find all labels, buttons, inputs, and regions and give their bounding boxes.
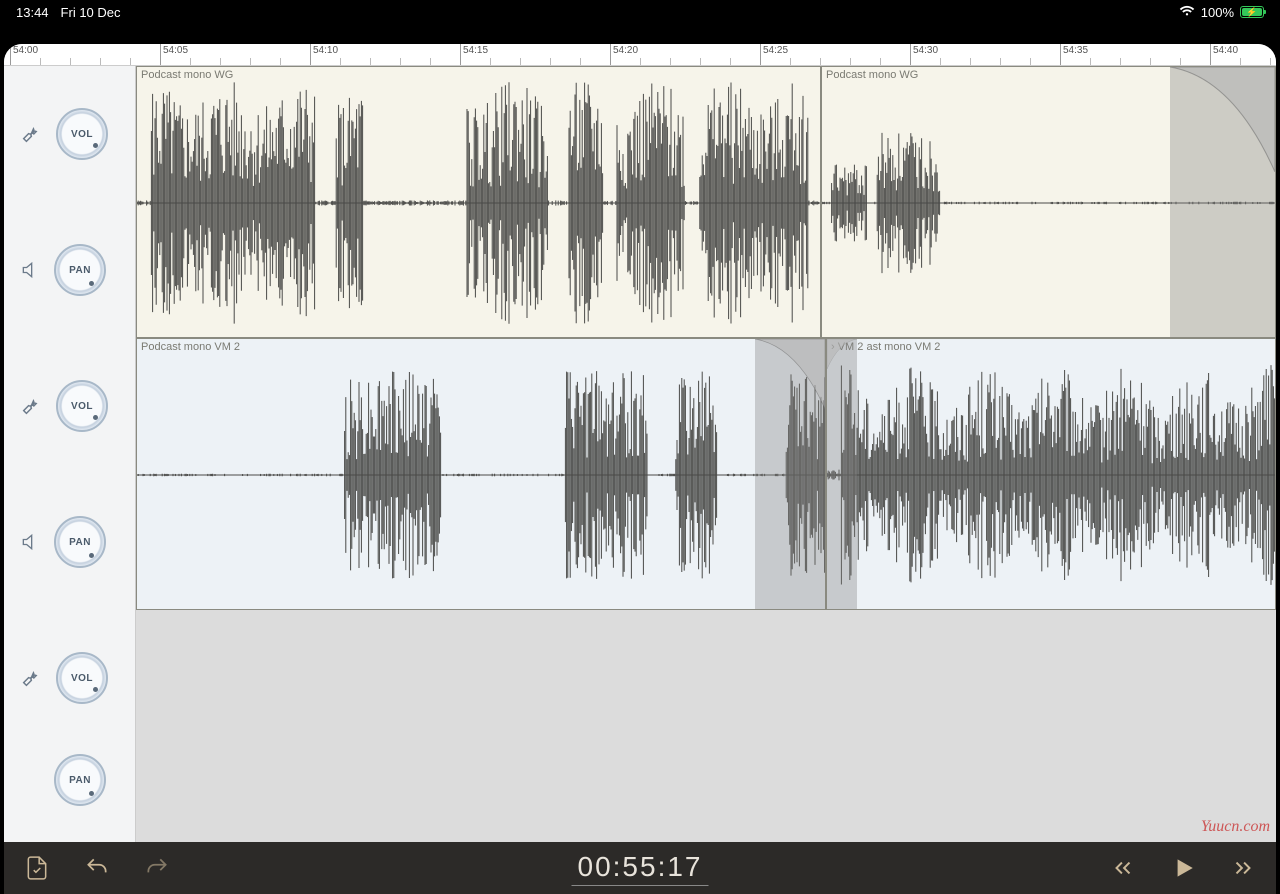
- transport-bar: 00:55:17: [4, 842, 1276, 894]
- ruler-tick: 54:15: [460, 44, 488, 65]
- track-1-pan-knob[interactable]: PAN: [54, 244, 106, 296]
- fade-out[interactable]: [1170, 67, 1275, 337]
- status-time: 13:44: [16, 5, 49, 20]
- track-3-vol-row: VOL: [4, 610, 135, 746]
- audio-clip[interactable]: Podcast mono WG: [136, 66, 821, 338]
- fade-out[interactable]: [755, 339, 825, 609]
- track-3-vol-knob[interactable]: VOL: [56, 652, 108, 704]
- wrench-icon[interactable]: [20, 667, 42, 689]
- ruler-tick: 54:25: [760, 44, 788, 65]
- track-2[interactable]: Podcast mono VM 2› VM 2 ast mono VM 2: [136, 338, 1276, 610]
- battery-icon: ⚡: [1240, 6, 1264, 18]
- wrench-icon[interactable]: [20, 395, 42, 417]
- ruler-tick: 54:20: [610, 44, 638, 65]
- ruler-tick: 54:35: [1060, 44, 1088, 65]
- undo-icon[interactable]: [84, 855, 110, 881]
- track-2-pan-row: PAN: [4, 474, 135, 610]
- watermark: Yuucn.com: [1201, 818, 1270, 836]
- fade-in[interactable]: [827, 339, 857, 609]
- track-1-vol-row: VOL: [4, 66, 135, 202]
- audio-clip[interactable]: Podcast mono WG: [821, 66, 1276, 338]
- timeline-ruler[interactable]: 54:00 54:05 54:10 54:15 54:20 54:25 54:30 54:35…: [4, 44, 1276, 66]
- ruler-tick: 54:30: [910, 44, 938, 65]
- speaker-icon[interactable]: [20, 260, 40, 280]
- battery-pct: 100%: [1201, 5, 1234, 20]
- track-controls-sidebar: VOL PAN VOL PAN: [4, 66, 136, 842]
- wifi-icon: [1179, 5, 1195, 20]
- audio-clip[interactable]: Podcast mono VM 2: [136, 338, 826, 610]
- ruler-tick: 54:10: [310, 44, 338, 65]
- file-icon[interactable]: [24, 855, 50, 881]
- wrench-icon[interactable]: [20, 123, 42, 145]
- audio-clip[interactable]: › VM 2 ast mono VM 2: [826, 338, 1276, 610]
- track-2-vol-row: VOL: [4, 338, 135, 474]
- track-3-pan-knob[interactable]: PAN: [54, 754, 106, 806]
- track-1-pan-row: PAN: [4, 202, 135, 338]
- track-1[interactable]: Podcast mono WGPodcast mono WG: [136, 66, 1276, 338]
- play-icon[interactable]: [1170, 855, 1196, 881]
- ruler-tick: 54:00: [10, 44, 38, 65]
- rewind-icon[interactable]: [1110, 855, 1136, 881]
- track-3-pan-row: PAN: [4, 746, 135, 806]
- status-date: Fri 10 Dec: [61, 5, 121, 20]
- timecode-display[interactable]: 00:55:17: [572, 851, 709, 886]
- ruler-tick: 54:05: [160, 44, 188, 65]
- track-1-vol-knob[interactable]: VOL: [56, 108, 108, 160]
- forward-icon[interactable]: [1230, 855, 1256, 881]
- track-2-pan-knob[interactable]: PAN: [54, 516, 106, 568]
- track-2-vol-knob[interactable]: VOL: [56, 380, 108, 432]
- workspace: VOL PAN VOL PAN: [4, 66, 1276, 842]
- tracks-area[interactable]: Podcast mono WGPodcast mono WGPodcast mo…: [136, 66, 1276, 842]
- status-bar: 13:44 Fri 10 Dec 100% ⚡: [0, 0, 1280, 24]
- ruler-tick: 54:40: [1210, 44, 1238, 65]
- redo-icon[interactable]: [144, 855, 170, 881]
- speaker-icon[interactable]: [20, 532, 40, 552]
- app-window: 54:00 54:05 54:10 54:15 54:20 54:25 54:30 54:35…: [4, 44, 1276, 894]
- empty-track-area[interactable]: [136, 610, 1276, 842]
